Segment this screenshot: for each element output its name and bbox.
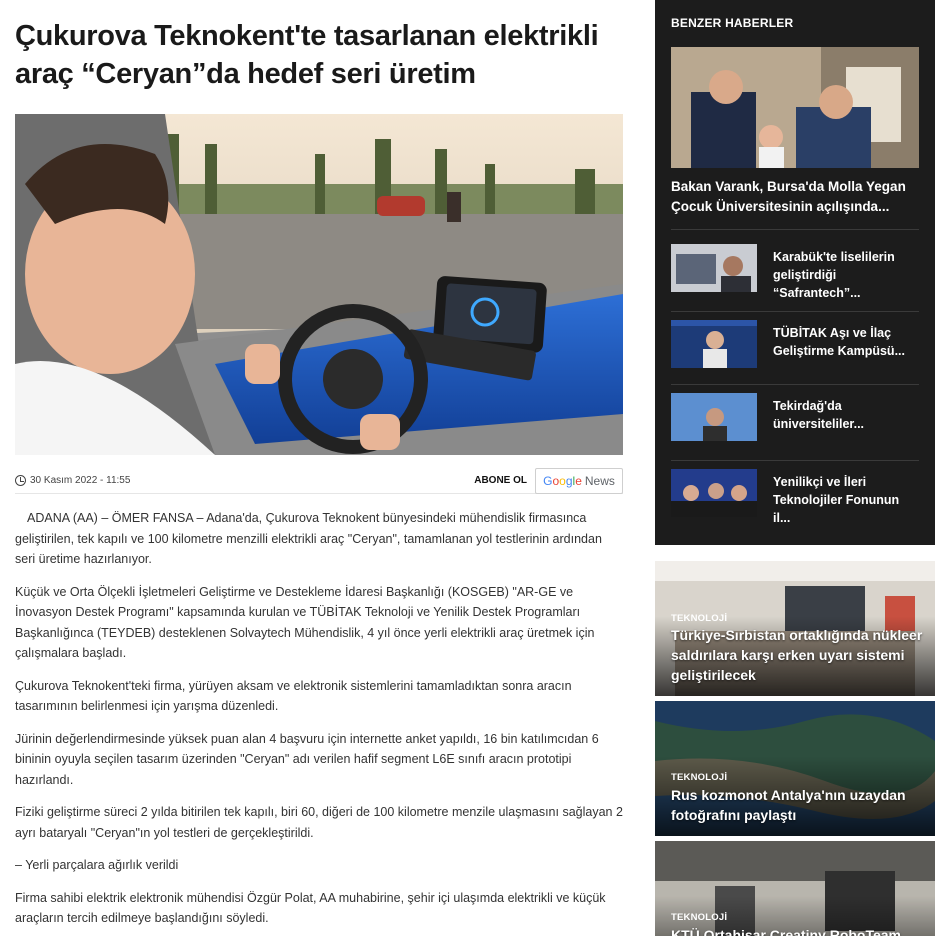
related-item[interactable]: Tekirdağ'da üniversiteliler... <box>671 393 919 453</box>
related-item-title: Tekirdağ'da üniversiteliler... <box>773 399 865 431</box>
card-category: TEKNOLOJİ <box>671 772 728 783</box>
article-paragraph: Çukurova Teknokent'teki firma, yürüyen a… <box>15 678 572 714</box>
article-subheading: – Yerli parçalara ağırlık verildi <box>15 858 179 872</box>
news-card[interactable]: TEKNOLOJİ KTÜ Ortahisar Creatiny RoboTea… <box>655 841 935 936</box>
divider <box>671 229 919 230</box>
publish-date: 30 Kasım 2022 - 11:55 <box>15 475 130 486</box>
related-item-thumb <box>671 244 757 292</box>
related-feature-image[interactable] <box>671 47 919 168</box>
related-news-sidebar: BENZER HABERLER Bakan Varank, Bursa'da M… <box>655 0 935 545</box>
divider <box>671 460 919 461</box>
divider <box>671 311 919 312</box>
google-letter-g2: g <box>565 474 573 488</box>
google-news-label: News <box>584 474 615 488</box>
article-paragraph: Firma sahibi elektrik elektronik mühendi… <box>15 890 606 926</box>
card-category: TEKNOLOJİ <box>671 613 728 624</box>
card-title: KTÜ Ortahisar Creatiny RoboTeam <box>671 927 902 936</box>
news-card[interactable]: TEKNOLOJİ Türkiye-Sırbistan ortaklığında… <box>655 561 935 696</box>
card-title: Türkiye-Sırbistan ortaklığında nükleer s… <box>671 627 923 683</box>
card-category: TEKNOLOJİ <box>671 912 728 923</box>
related-item-thumb <box>671 320 757 368</box>
google-letter-e: e <box>575 474 582 488</box>
article-paragraph: ADANA (AA) – ÖMER FANSA – Adana'da, Çuku… <box>15 511 602 566</box>
related-item-thumb <box>671 393 757 441</box>
related-item-title: Karabük'te liselilerin geliştirdiği “Saf… <box>773 250 895 300</box>
related-feature-title[interactable]: Bakan Varank, Bursa'da Molla Yegan Çocuk… <box>671 177 919 217</box>
related-item[interactable]: Yenilikçi ve İleri Teknolojiler Fonunun … <box>671 469 919 529</box>
related-item-title: TÜBİTAK Aşı ve İlaç Geliştirme Kampüsü..… <box>773 326 905 358</box>
subscribe-label[interactable]: ABONE OL <box>474 475 527 486</box>
google-news-logo: Google <box>543 474 582 488</box>
related-item[interactable]: Karabük'te liselilerin geliştirdiği “Saf… <box>671 244 919 304</box>
divider <box>671 384 919 385</box>
related-item-thumb <box>671 469 757 517</box>
clock-icon <box>15 475 26 486</box>
news-card[interactable]: TEKNOLOJİ Rus kozmonot Antalya'nın uzayd… <box>655 701 935 836</box>
article-hero-image[interactable] <box>15 114 623 455</box>
article-title: Çukurova Teknokent'te tasarlanan elektri… <box>15 20 599 90</box>
publish-date-text: 30 Kasım 2022 - 11:55 <box>30 475 131 486</box>
article-meta-bar: 30 Kasım 2022 - 11:55 ABONE OL Google Ne… <box>15 466 623 494</box>
related-item-title: Yenilikçi ve İleri Teknolojiler Fonunun … <box>773 475 900 525</box>
article-paragraph: Fiziki geliştirme süreci 2 yılda bitiril… <box>15 805 623 840</box>
article-paragraph: Küçük ve Orta Ölçekli İşletmeleri Gelişt… <box>15 584 595 661</box>
related-news-title: BENZER HABERLER <box>671 16 794 30</box>
article-body: ADANA (AA) – ÖMER FANSA – Adana'da, Çuku… <box>15 508 623 936</box>
article-main: Çukurova Teknokent'te tasarlanan elektri… <box>15 0 623 925</box>
google-news-button[interactable]: Google News <box>535 468 623 494</box>
article-paragraph: Jürinin değerlendirmesinde yüksek puan a… <box>15 731 599 787</box>
card-title: Rus kozmonot Antalya'nın uzaydan fotoğra… <box>671 787 906 823</box>
google-letter-o2: o <box>559 474 566 488</box>
related-item[interactable]: TÜBİTAK Aşı ve İlaç Geliştirme Kampüsü..… <box>671 320 919 380</box>
